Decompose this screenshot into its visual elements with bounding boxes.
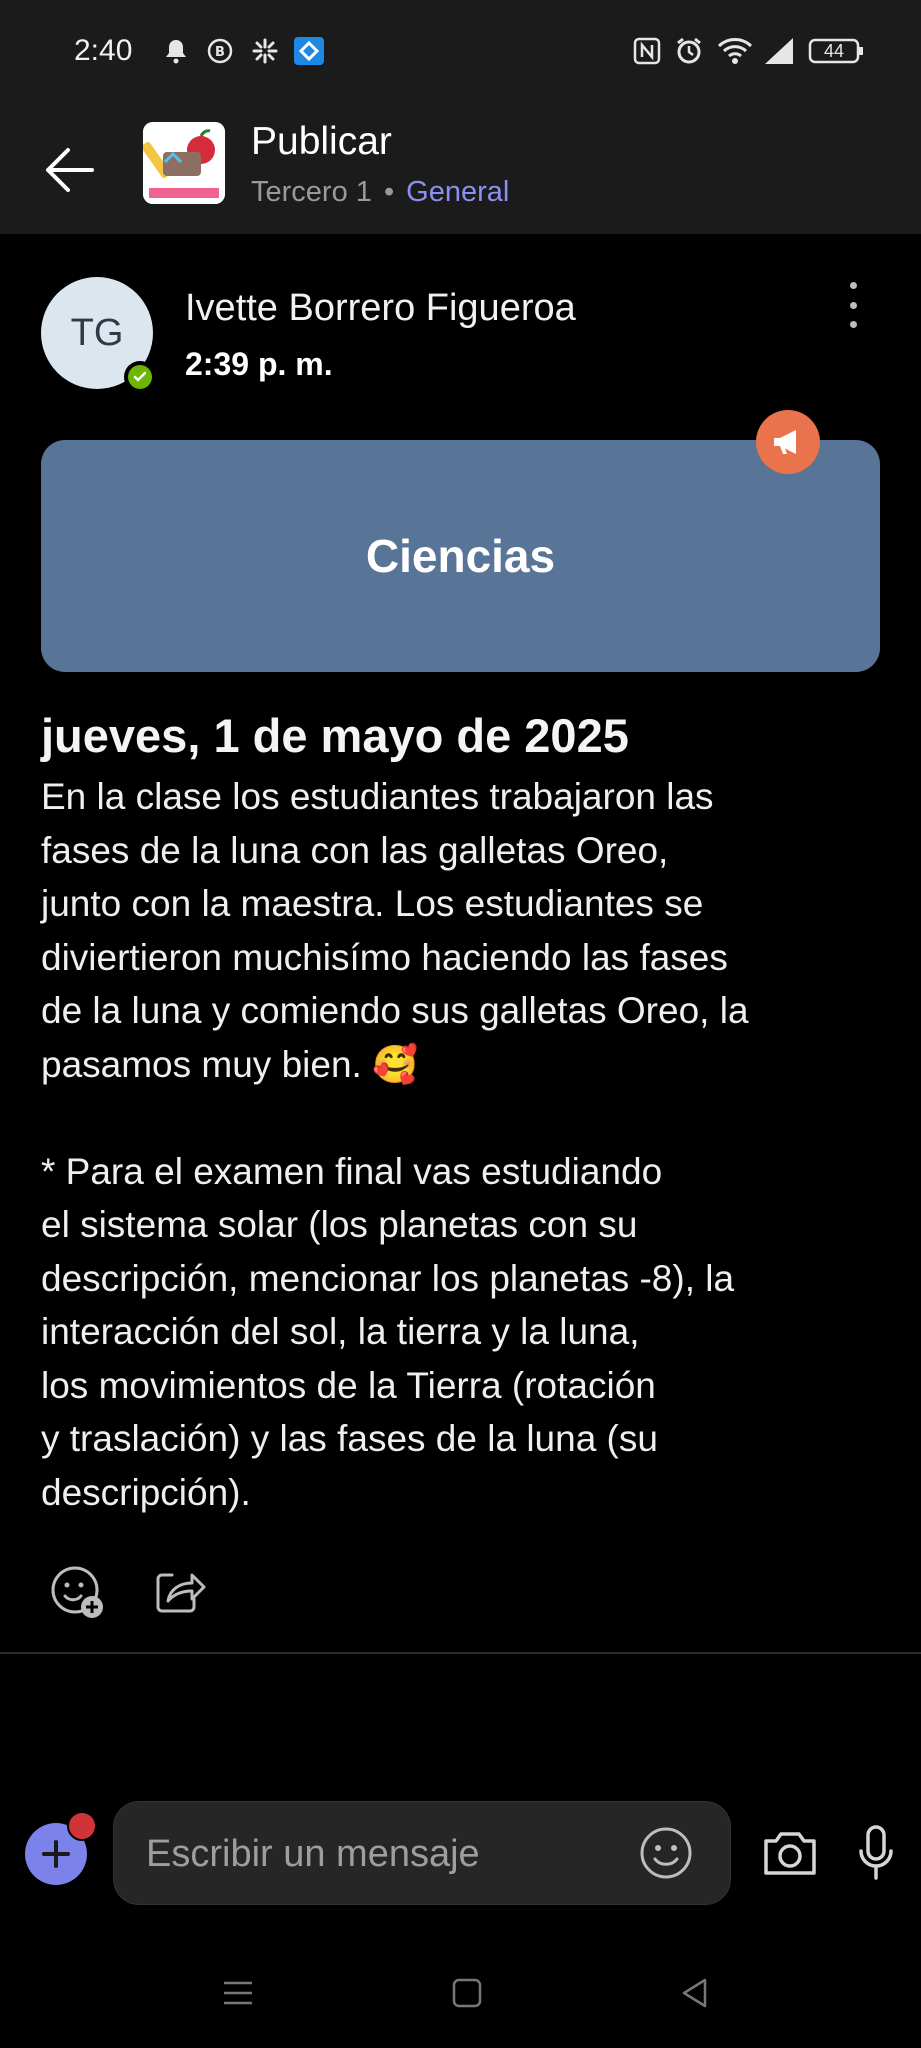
more-dot-icon [849, 301, 857, 309]
check-icon [128, 365, 152, 389]
arrow-left-icon [46, 148, 94, 192]
divider [0, 1652, 921, 1654]
system-navigation-bar [0, 1940, 921, 2048]
add-reaction-button[interactable] [48, 1563, 106, 1621]
team-picture-icon [143, 122, 225, 204]
more-options-button[interactable] [838, 282, 868, 328]
microphone-icon [859, 1825, 893, 1880]
app-bar: Publicar Tercero 1 • General [0, 100, 921, 234]
more-dot-icon [849, 321, 857, 328]
announcement-title: Ciencias [365, 530, 556, 582]
b-circle-icon: B [205, 36, 235, 66]
home-button[interactable] [444, 1970, 490, 2016]
camera-button[interactable] [760, 1825, 820, 1881]
emoji-button[interactable] [637, 1824, 695, 1882]
recent-apps-button[interactable] [215, 1970, 261, 2016]
message-box [113, 1801, 731, 1906]
share-icon [156, 1573, 206, 1613]
status-bar: 2:40 B 44 [0, 0, 921, 100]
team-name: Tercero 1 [251, 176, 372, 208]
team-avatar[interactable] [143, 122, 225, 204]
triangle-back-icon [682, 1978, 707, 2008]
bell-icon [163, 36, 189, 66]
author-name: Ivette Borrero Figueroa [185, 287, 576, 329]
battery-level: 44 [823, 41, 845, 61]
message-input[interactable] [144, 1802, 618, 1906]
svg-text:B: B [215, 45, 225, 60]
microphone-button[interactable] [856, 1823, 896, 1883]
more-dot-icon [849, 282, 857, 289]
breadcrumb: Tercero 1 • General [251, 176, 509, 209]
wifi-icon [715, 36, 755, 66]
post-date-heading: jueves, 1 de mayo de 2025 [41, 709, 629, 762]
nfc-icon [632, 36, 662, 66]
signal-icon [762, 36, 796, 66]
app-badge-icon [293, 36, 325, 66]
announcement-banner: Ciencias [41, 440, 880, 672]
megaphone-icon [756, 410, 820, 474]
notification-dot [67, 1811, 97, 1841]
status-time: 2:40 [74, 34, 133, 67]
emoji-icon [640, 1827, 692, 1879]
battery-icon: 44 [808, 36, 866, 66]
post-timestamp: 2:39 p. m. [185, 346, 333, 382]
square-icon [452, 1978, 482, 2008]
camera-icon [764, 1832, 816, 1875]
share-button[interactable] [150, 1563, 208, 1621]
back-button[interactable] [40, 140, 100, 200]
page-title: Publicar [251, 120, 392, 163]
channel-link[interactable]: General [406, 176, 509, 208]
breadcrumb-separator: • [383, 176, 395, 208]
menu-icon [224, 1981, 252, 2005]
smiley-add-icon [51, 1566, 103, 1618]
asterisk-icon [250, 36, 280, 66]
alarm-icon [673, 36, 705, 66]
post-body: En la clase los estudiantes trabajaron l… [41, 776, 749, 1513]
presence-badge [124, 361, 156, 393]
plus-icon [42, 1840, 70, 1868]
author-initials: TG [70, 311, 124, 354]
back-nav-button[interactable] [672, 1970, 718, 2016]
